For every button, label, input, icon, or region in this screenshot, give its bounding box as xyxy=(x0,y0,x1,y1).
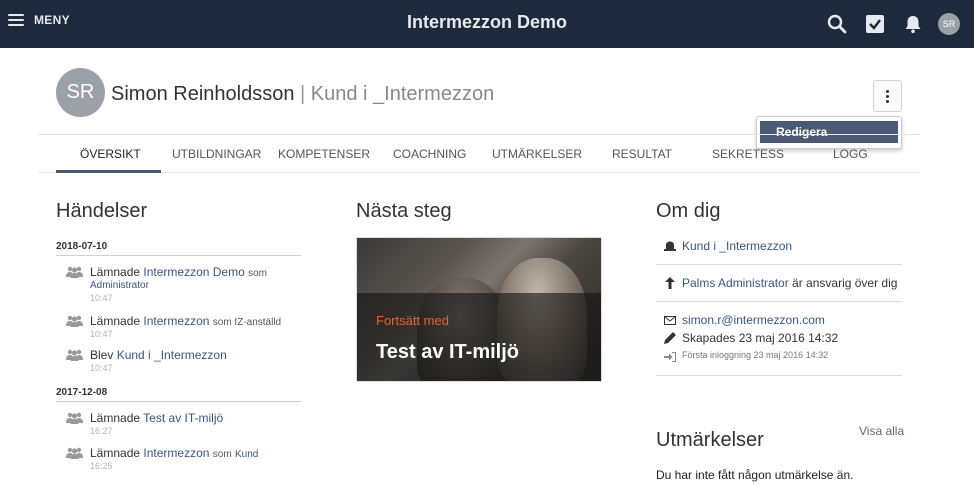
event-suffix: som xyxy=(248,268,268,279)
event-date: 2017-12-08 xyxy=(56,387,108,398)
profile-heading: Simon Reinholdsson | Kund i _Intermezzon xyxy=(111,83,494,106)
group-icon xyxy=(66,315,83,327)
event-item: Lämnade Intermezzon Demo som Administrat… xyxy=(66,265,301,305)
card-overlay xyxy=(357,293,601,381)
group-icon xyxy=(66,349,83,361)
event-item: Lämnade Intermezzon som Kund 16:25 xyxy=(66,446,301,476)
event-action: Blev xyxy=(90,348,114,362)
pencil-icon xyxy=(664,331,676,345)
event-suffix-link[interactable]: Kund xyxy=(235,449,258,460)
checkbox-icon[interactable] xyxy=(862,11,888,37)
profile-separator: | xyxy=(300,83,306,105)
tab-logg[interactable]: LOGG xyxy=(833,147,868,161)
tab-oversikt[interactable]: ÖVERSIKT xyxy=(80,147,141,161)
event-item: Lämnade Test av IT-miljö 16:27 xyxy=(66,411,301,441)
event-text: Lämnade Test av IT-miljö xyxy=(90,411,223,425)
kebab-dot-icon xyxy=(886,99,889,103)
event-sub-link[interactable]: Administrator xyxy=(90,280,149,291)
event-text: Lämnade Intermezzon Demo som xyxy=(90,265,267,279)
hat-icon xyxy=(664,239,676,253)
event-item: Blev Kund i _Intermezzon 10:47 xyxy=(66,348,301,378)
search-icon[interactable] xyxy=(824,11,850,37)
tab-coachning[interactable]: COACHNING xyxy=(393,147,466,161)
event-suffix: som IZ-anställd xyxy=(212,317,282,328)
about-responsible-text: Palms Administrator är ansvarig över dig xyxy=(682,276,897,290)
first-login-text: Första inloggning 23 maj 2016 14:32 xyxy=(682,350,829,360)
tabs-divider-top xyxy=(38,134,920,135)
kebab-dot-icon xyxy=(886,89,889,93)
next-course-card[interactable]: Fortsätt med Test av IT-miljö xyxy=(356,237,602,382)
responsible-link[interactable]: Palms Administrator xyxy=(682,276,789,290)
event-date: 2018-07-10 xyxy=(56,241,108,252)
responsible-suffix: är ansvarig över dig xyxy=(792,276,898,290)
about-divider xyxy=(656,375,902,376)
tab-utmarkelser[interactable]: UTMÄRKELSER xyxy=(492,147,582,161)
bell-icon[interactable] xyxy=(900,11,926,37)
event-link[interactable]: Intermezzon xyxy=(143,446,209,460)
event-link[interactable]: Kund i _Intermezzon xyxy=(117,348,227,362)
event-link[interactable]: Intermezzon Demo xyxy=(143,265,244,279)
event-time: 16:25 xyxy=(90,461,113,471)
group-icon xyxy=(66,266,83,278)
tabs-divider-bottom xyxy=(38,172,920,173)
event-action: Lämnade xyxy=(90,411,141,425)
edit-menu-item[interactable]: Redigera xyxy=(760,121,898,143)
active-tab-indicator xyxy=(56,170,161,173)
event-text: Blev Kund i _Intermezzon xyxy=(90,348,227,362)
group-icon xyxy=(66,412,83,424)
view-all-awards-link[interactable]: Visa alla xyxy=(859,424,904,438)
more-options-button[interactable] xyxy=(873,80,902,112)
event-time: 10:47 xyxy=(90,293,113,303)
next-step-title: Nästa steg xyxy=(356,200,452,222)
card-course-title: Test av IT-miljö xyxy=(376,341,519,363)
tab-kompetenser[interactable]: KOMPETENSER xyxy=(278,147,370,161)
user-avatar[interactable]: SR xyxy=(938,13,960,35)
event-time: 10:47 xyxy=(90,329,113,339)
about-divider xyxy=(656,264,902,265)
event-time: 16:27 xyxy=(90,426,113,436)
event-action: Lämnade xyxy=(90,265,141,279)
event-text: Lämnade Intermezzon som IZ-anställd xyxy=(90,314,281,328)
tab-resultat[interactable]: RESULTAT xyxy=(612,147,672,161)
awards-title: Utmärkelser xyxy=(656,429,764,451)
profile-role: Kund i _Intermezzon xyxy=(310,83,495,105)
top-bar: MENY Intermezzon Demo SR xyxy=(0,0,974,48)
date-divider xyxy=(56,255,301,256)
tab-sekretess[interactable]: SEKRETESS xyxy=(712,147,784,161)
options-dropdown: Redigera xyxy=(756,116,902,149)
event-link[interactable]: Test av IT-miljö xyxy=(143,411,223,425)
event-link[interactable]: Intermezzon xyxy=(143,314,209,328)
top-icons: SR xyxy=(812,11,960,37)
envelope-icon xyxy=(664,313,676,327)
event-action: Lämnade xyxy=(90,446,141,460)
kebab-dot-icon xyxy=(886,94,889,98)
about-role-link[interactable]: Kund i _Intermezzon xyxy=(682,239,792,253)
events-title: Händelser xyxy=(56,200,148,222)
event-time: 10:47 xyxy=(90,363,113,373)
event-item: Lämnade Intermezzon som IZ-anställd 10:4… xyxy=(66,314,301,344)
event-action: Lämnade xyxy=(90,314,141,328)
date-divider xyxy=(56,401,301,402)
event-suffix: som xyxy=(212,449,232,460)
card-kicker: Fortsätt med xyxy=(376,313,449,328)
group-icon xyxy=(66,447,83,459)
profile-name: Simon Reinholdsson xyxy=(111,83,295,105)
profile-avatar: SR xyxy=(56,68,105,117)
no-awards-text: Du har inte fått någon utmärkelse än. xyxy=(656,468,854,482)
tab-utbildningar[interactable]: UTBILDNINGAR xyxy=(172,147,261,161)
created-text: Skapades 23 maj 2016 14:32 xyxy=(682,331,839,345)
arrow-up-icon xyxy=(664,276,676,290)
event-text: Lämnade Intermezzon som Kund xyxy=(90,446,258,460)
about-divider xyxy=(656,301,902,302)
sign-in-icon xyxy=(664,350,676,364)
email-link[interactable]: simon.r@intermezzon.com xyxy=(682,313,825,327)
about-title: Om dig xyxy=(656,200,721,222)
